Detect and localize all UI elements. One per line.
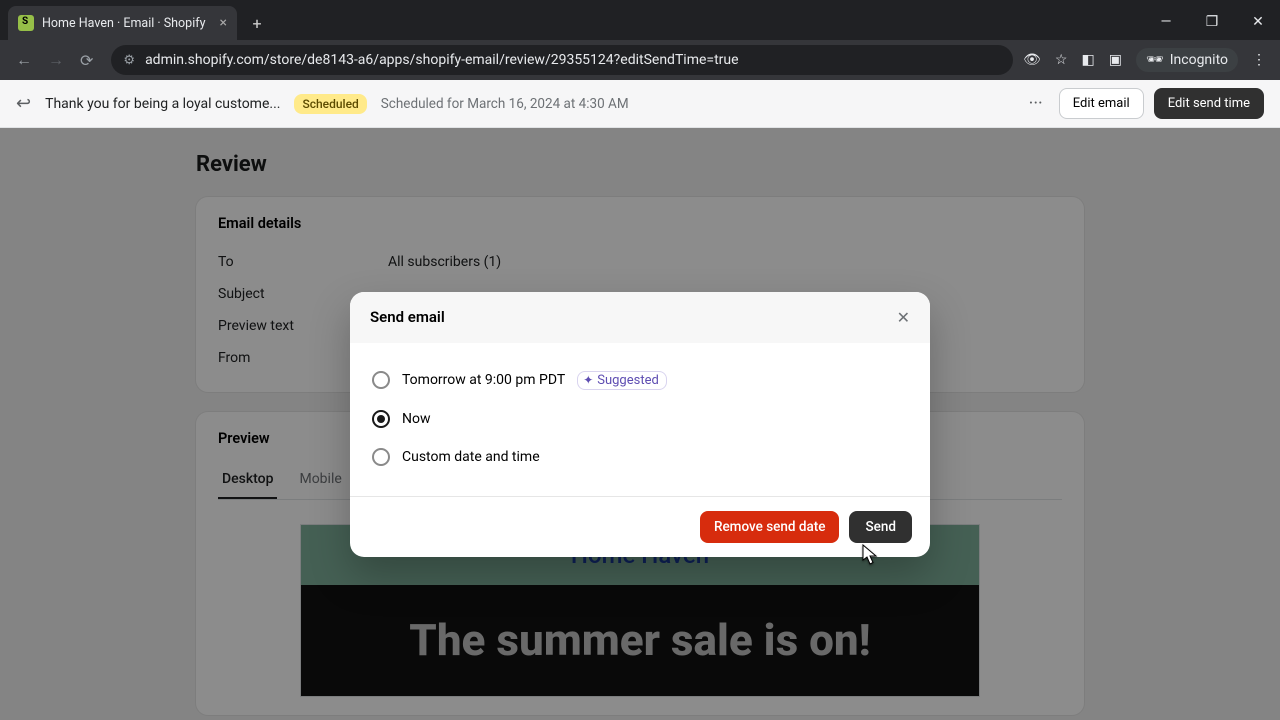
close-window-button[interactable]: ✕ [1236, 6, 1280, 38]
tab-title: Home Haven · Email · Shopify [42, 16, 206, 31]
radio-icon [372, 410, 390, 428]
remove-send-date-button[interactable]: Remove send date [700, 511, 840, 543]
option-now-label: Now [402, 411, 431, 427]
modal-title: Send email [370, 308, 445, 326]
site-settings-icon[interactable]: ⚙ [123, 53, 135, 68]
more-actions-icon[interactable]: ··· [1023, 89, 1049, 118]
kebab-menu-icon[interactable]: ⋮ [1252, 52, 1266, 68]
page-body: Review Email details To All subscribers … [0, 128, 1280, 720]
close-tab-icon[interactable]: × [220, 15, 227, 31]
maximize-button[interactable]: ❐ [1190, 6, 1234, 38]
reload-icon[interactable]: ⟳ [80, 51, 93, 70]
radio-icon [372, 371, 390, 389]
modal-footer: Remove send date Send [350, 496, 930, 557]
send-button[interactable]: Send [849, 511, 912, 543]
modal-close-icon[interactable]: ✕ [897, 308, 910, 327]
browser-chrome: Home Haven · Email · Shopify × + — ❐ ✕ ←… [0, 0, 1280, 80]
app-back-icon[interactable]: ↩ [16, 93, 31, 114]
minimize-button[interactable]: — [1144, 6, 1188, 38]
app-header: ↩ Thank you for being a loyal custome...… [0, 80, 1280, 128]
extensions-icon[interactable]: ◧ [1081, 52, 1094, 68]
option-tomorrow-label: Tomorrow at 9:00 pm PDT [402, 372, 565, 388]
option-custom-label: Custom date and time [402, 449, 540, 465]
incognito-badge[interactable]: 🕶 Incognito [1136, 48, 1238, 72]
edit-send-time-button[interactable]: Edit send time [1154, 88, 1264, 119]
address-bar: ← → ⟳ ⚙ admin.shopify.com/store/de8143-a… [0, 40, 1280, 80]
suggested-badge: ✦ Suggested [577, 371, 667, 390]
modal-wrapper: Send email ✕ Tomorrow at 9:00 pm PDT ✦ S… [0, 128, 1280, 720]
browser-tab[interactable]: Home Haven · Email · Shopify × [8, 6, 237, 40]
modal-header: Send email ✕ [350, 292, 930, 343]
radio-icon [372, 448, 390, 466]
option-tomorrow[interactable]: Tomorrow at 9:00 pm PDT ✦ Suggested [370, 361, 910, 400]
browser-tab-bar: Home Haven · Email · Shopify × + — ❐ ✕ [0, 0, 1280, 40]
incognito-icon: 🕶 [1146, 52, 1164, 68]
modal-body: Tomorrow at 9:00 pm PDT ✦ Suggested Now … [350, 343, 930, 496]
url-text: admin.shopify.com/store/de8143-a6/apps/s… [145, 52, 739, 68]
eye-off-icon[interactable]: 👁 [1023, 52, 1041, 68]
forward-icon[interactable]: → [48, 50, 64, 70]
bookmark-star-icon[interactable]: ☆ [1055, 52, 1068, 68]
window-controls: — ❐ ✕ [1144, 4, 1280, 40]
send-email-modal: Send email ✕ Tomorrow at 9:00 pm PDT ✦ S… [350, 292, 930, 557]
url-input[interactable]: ⚙ admin.shopify.com/store/de8143-a6/apps… [111, 45, 1013, 75]
option-now[interactable]: Now [370, 400, 910, 438]
shopify-favicon-icon [18, 15, 34, 31]
email-title: Thank you for being a loyal custome... [45, 96, 280, 112]
sparkle-icon: ✦ [583, 373, 593, 387]
side-panel-icon[interactable]: ▣ [1109, 52, 1122, 68]
option-custom[interactable]: Custom date and time [370, 438, 910, 476]
back-icon[interactable]: ← [16, 50, 32, 70]
new-tab-button[interactable]: + [243, 9, 271, 37]
schedule-text: Scheduled for March 16, 2024 at 4:30 AM [381, 96, 629, 112]
edit-email-button[interactable]: Edit email [1059, 88, 1144, 119]
status-badge: Scheduled [294, 94, 366, 114]
